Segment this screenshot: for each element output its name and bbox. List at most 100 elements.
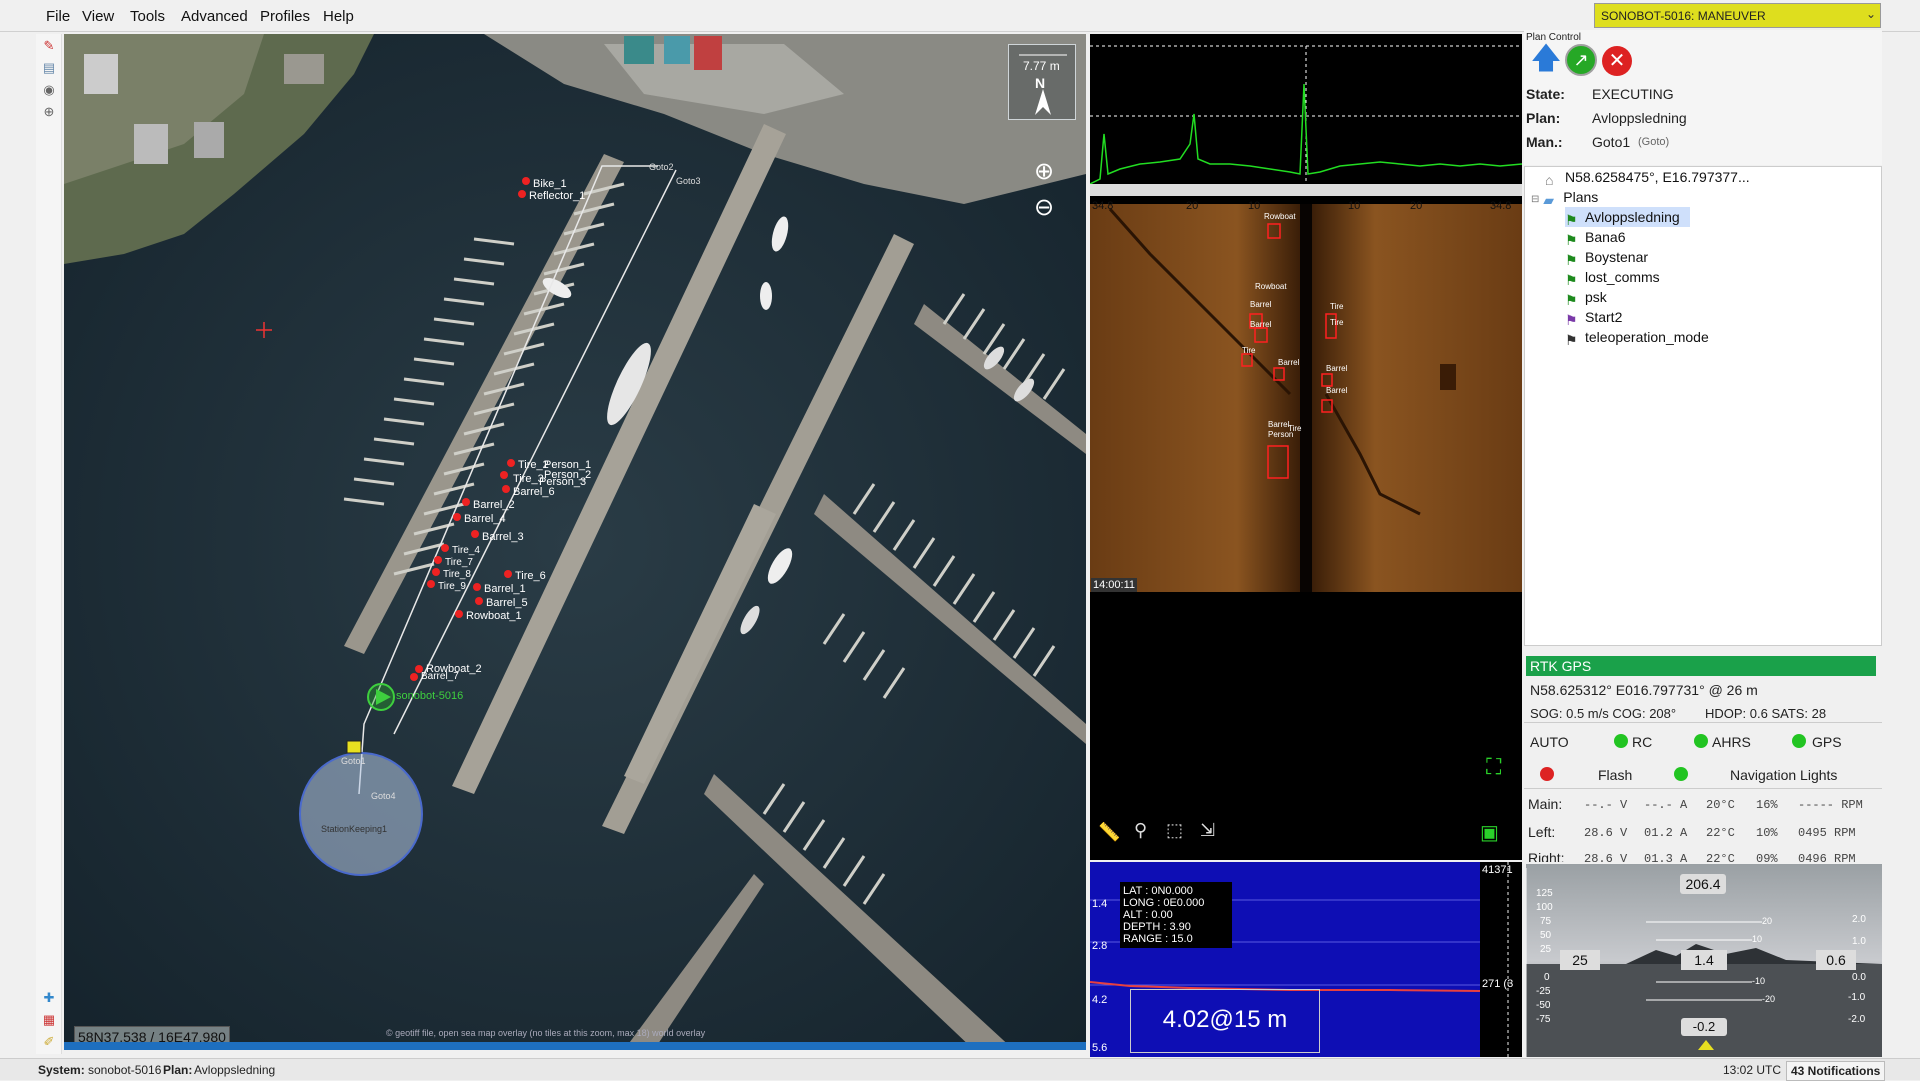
menu-tools[interactable]: Tools <box>130 8 165 25</box>
motor-pct: 10% <box>1756 826 1778 840</box>
echo-info-line: LONG : 0E0.000 <box>1123 897 1205 909</box>
speed-readout: 25 <box>1560 950 1600 970</box>
echo-side-mid: 271 (3 <box>1482 978 1514 990</box>
map-view[interactable]: Bike_1 Reflector_1 Tire_2 Person_1 Perso… <box>64 34 1086 1050</box>
menu-file[interactable]: File <box>46 8 70 25</box>
menu-advanced[interactable]: Advanced <box>181 8 248 25</box>
echo-depth-tick: 5.6 <box>1092 1042 1108 1054</box>
eye-icon[interactable]: ◉ <box>41 82 57 98</box>
menu-help[interactable]: Help <box>323 8 354 25</box>
layers-icon[interactable]: ▤ <box>41 60 57 76</box>
vehicle-selector[interactable]: SONOBOT-5016: MANEUVER ⌄ <box>1594 3 1881 28</box>
flash-status-icon[interactable] <box>1540 767 1554 781</box>
start-plan-icon[interactable]: ↗ <box>1565 44 1597 76</box>
left-scale-tick: 0 <box>1544 972 1550 983</box>
plan-control-panel: Plan Control 🡅 ↗ ✕ State: EXECUTING Plan… <box>1524 30 1882 165</box>
tree-plan-item[interactable]: ⚑ teleoperation_mode <box>1565 327 1709 348</box>
ahrs-status-icon <box>1694 734 1708 748</box>
motor-temp: 22°C <box>1706 826 1735 840</box>
plan-icon: ⚑ <box>1565 272 1578 289</box>
menu-bar: File View Tools Advanced Profiles Help S… <box>0 0 1920 32</box>
waypoint-label: Goto3 <box>676 176 701 186</box>
state-value: EXECUTING <box>1592 86 1674 102</box>
plan-icon: ⚑ <box>1565 252 1578 269</box>
menu-view[interactable]: View <box>82 8 114 25</box>
upload-plan-icon[interactable]: 🡅 <box>1530 44 1562 76</box>
motor-pct: 16% <box>1756 798 1778 812</box>
center-readout: 1.4 <box>1681 950 1727 970</box>
notifications-button[interactable]: 43 Notifications <box>1786 1061 1886 1081</box>
home-icon: ⌂ <box>1545 172 1554 189</box>
flash-label: Flash <box>1598 767 1633 783</box>
calendar-icon[interactable]: ▦ <box>41 1012 57 1028</box>
motor-rpm: ----- RPM <box>1798 798 1863 812</box>
export-icon[interactable]: ⇲ <box>1200 820 1215 841</box>
sss-target-label: Tire <box>1288 424 1302 433</box>
left-scale-tick: -25 <box>1536 986 1551 997</box>
tree-plan-item[interactable]: ⚑ Avloppsledning <box>1565 207 1690 228</box>
zoom-in-icon[interactable]: ⊕ <box>1029 158 1059 188</box>
motor-voltage: --.- V <box>1584 798 1628 812</box>
right-scale-tick: 2.0 <box>1852 914 1866 925</box>
tree-root[interactable]: ⌂ N58.6258475°, E16.797377... <box>1545 167 1750 189</box>
plan-value: Avloppsledning <box>1592 110 1687 126</box>
pitch-scale-tick: -20 <box>1762 994 1776 1004</box>
tree-plan-item[interactable]: ⚑ lost_comms <box>1565 267 1660 289</box>
motor-rpm: 0495 RPM <box>1798 826 1856 840</box>
echo-depth-tick: 4.2 <box>1092 994 1108 1006</box>
map-marker-label: Barrel_6 <box>513 486 555 498</box>
sss-tick: 34.8 <box>1490 200 1512 212</box>
system-value: sonobot-5016 <box>88 1063 162 1077</box>
rc-status-icon <box>1614 734 1628 748</box>
map-marker-label: Tire_7 <box>445 557 473 568</box>
echo-info-line: DEPTH : 3.90 <box>1123 921 1191 933</box>
plan-icon: ⚑ <box>1565 292 1578 309</box>
chevron-down-icon: ⌄ <box>1865 7 1876 21</box>
tree-plan-label: Bana6 <box>1585 229 1626 245</box>
tree-plan-item[interactable]: ⚑ Boystenar <box>1565 247 1648 269</box>
zoom-out-icon[interactable]: ⊖ <box>1029 194 1059 224</box>
tree-group-plans[interactable]: ⊟ ▰ Plans <box>1531 187 1598 208</box>
fullscreen-icon[interactable]: ⛶ <box>1486 754 1501 780</box>
collapse-icon: ⊟ <box>1531 194 1540 205</box>
sss-target-label: Tire <box>1330 318 1344 327</box>
nav-lights-label: Navigation Lights <box>1730 767 1838 783</box>
tree-plan-item[interactable]: ⚑ Bana6 <box>1565 227 1626 248</box>
attitude-indicator: 206.4 25 1.4 0.6 -0.2 125 100 75 50 25 0… <box>1526 864 1882 1057</box>
gps-header: RTK GPS <box>1526 656 1876 676</box>
pencil-icon[interactable]: ✎ <box>41 38 57 54</box>
left-scale-tick: 25 <box>1540 944 1552 955</box>
tree-plan-item[interactable]: ⚑ psk <box>1565 287 1607 309</box>
sss-tick: 10 <box>1348 200 1361 212</box>
right-scale-tick: 1.0 <box>1852 936 1866 947</box>
pin-icon[interactable]: ✚ <box>41 990 57 1006</box>
echo-depth-tick: 1.4 <box>1092 898 1108 910</box>
ahrs-label: AHRS <box>1712 734 1751 750</box>
echo-depth-readout: 4.02@15 m <box>1130 989 1320 1053</box>
camera-icon[interactable]: ▣ <box>1480 820 1499 845</box>
sidescan-panel[interactable]: 34.8 20 10 10 20 34.8 Rowboat Rowboat Ba… <box>1090 34 1522 860</box>
map-marker-label: Barrel_5 <box>486 597 528 609</box>
echosounder-panel[interactable]: LAT : 0N0.000 LONG : 0E0.000 ALT : 0.00 … <box>1090 862 1522 1057</box>
sss-target-label: Barrel <box>1250 300 1272 309</box>
waypoint-label: Goto4 <box>371 791 396 801</box>
vehicle-selector-label: SONOBOT-5016: MANEUVER <box>1601 9 1766 23</box>
sss-target-label: Barrel <box>1250 320 1272 329</box>
selection-icon[interactable]: ⬚ <box>1166 820 1183 841</box>
sss-target-label: Rowboat <box>1264 212 1296 221</box>
nav-lights-status-icon[interactable] <box>1674 767 1688 781</box>
status-bar: System: sonobot-5016 Plan: Avloppslednin… <box>0 1058 1920 1081</box>
target-icon[interactable]: ⊕ <box>41 104 57 120</box>
stop-plan-icon[interactable]: ✕ <box>1602 46 1632 76</box>
edit-icon[interactable]: ✐ <box>41 1034 57 1050</box>
tree-plan-item[interactable]: ⚑ Start2 <box>1565 307 1622 328</box>
sss-target-label: Barrel <box>1278 358 1300 367</box>
tree-plan-label: Avloppsledning <box>1585 209 1680 225</box>
location-pin-icon[interactable]: ⚲ <box>1134 820 1147 841</box>
vehicle-label: sonobot-5016 <box>396 690 464 702</box>
motor-pct: 09% <box>1756 852 1778 862</box>
heading-readout: 206.4 <box>1680 874 1726 894</box>
menu-profiles[interactable]: Profiles <box>260 8 310 25</box>
pitch-scale-tick: 20 <box>1762 916 1773 926</box>
ruler-icon[interactable]: 📏 <box>1098 822 1120 843</box>
